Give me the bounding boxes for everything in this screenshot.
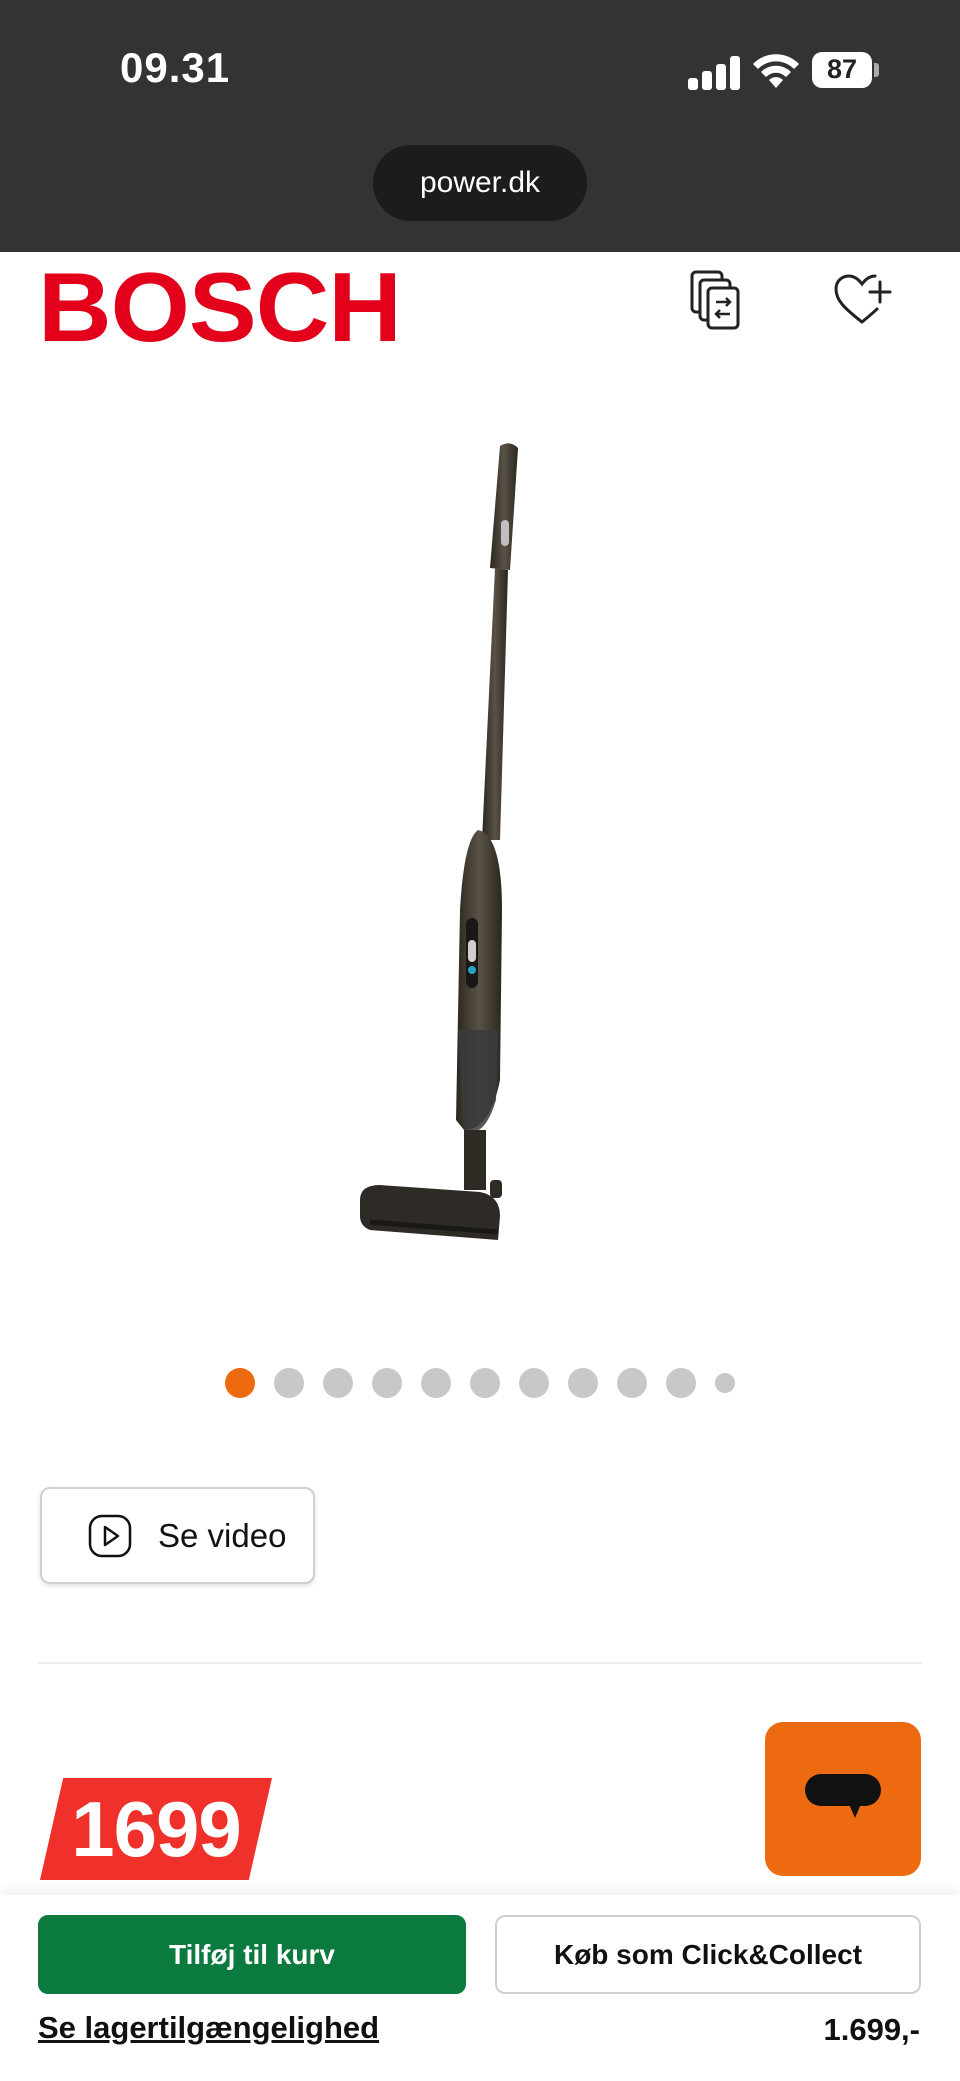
stock-availability-link[interactable]: Se lagertilgængelighed xyxy=(38,2010,379,2046)
heart-add-icon[interactable] xyxy=(832,268,892,332)
video-button[interactable]: Se video xyxy=(40,1487,315,1584)
compare-icon[interactable] xyxy=(688,268,748,332)
battery-icon: 87 xyxy=(812,52,879,88)
carousel-dot[interactable] xyxy=(323,1368,353,1398)
price-value: 1699 xyxy=(71,1785,242,1873)
carousel-dot[interactable] xyxy=(470,1368,500,1398)
status-time: 09.31 xyxy=(120,44,231,91)
url-bar[interactable]: power.dk xyxy=(373,145,587,221)
bottom-action-bar: Tilføj til kurv Køb som Click&Collect Se… xyxy=(0,1895,960,2081)
carousel-dot[interactable] xyxy=(421,1368,451,1398)
chat-button[interactable] xyxy=(765,1722,921,1876)
carousel-dot[interactable] xyxy=(519,1368,549,1398)
product-image[interactable] xyxy=(360,440,590,1280)
carousel-dot[interactable] xyxy=(617,1368,647,1398)
status-bar: 09.31 87 power.dk xyxy=(0,0,960,252)
brand-logo[interactable]: BOSCH xyxy=(38,258,402,356)
video-button-label: Se video xyxy=(158,1516,287,1554)
divider xyxy=(38,1662,922,1664)
price-badge: 1699 xyxy=(40,1778,272,1880)
add-to-cart-button[interactable]: Tilføj til kurv xyxy=(38,1915,466,1994)
carousel-dot-active[interactable] xyxy=(225,1368,255,1398)
wifi-icon xyxy=(753,54,799,88)
carousel-dot[interactable] xyxy=(715,1373,735,1393)
total-price: 1.699,- xyxy=(823,2012,920,2047)
signal-icon xyxy=(688,56,740,90)
carousel-dots[interactable] xyxy=(0,1368,960,1398)
battery-level: 87 xyxy=(826,54,858,84)
play-icon xyxy=(88,1514,132,1557)
carousel-dot[interactable] xyxy=(372,1368,402,1398)
carousel-dot[interactable] xyxy=(666,1368,696,1398)
click-collect-button[interactable]: Køb som Click&Collect xyxy=(495,1915,921,1994)
carousel-dot[interactable] xyxy=(274,1368,304,1398)
carousel-dot[interactable] xyxy=(568,1368,598,1398)
chat-icon xyxy=(805,1774,881,1818)
